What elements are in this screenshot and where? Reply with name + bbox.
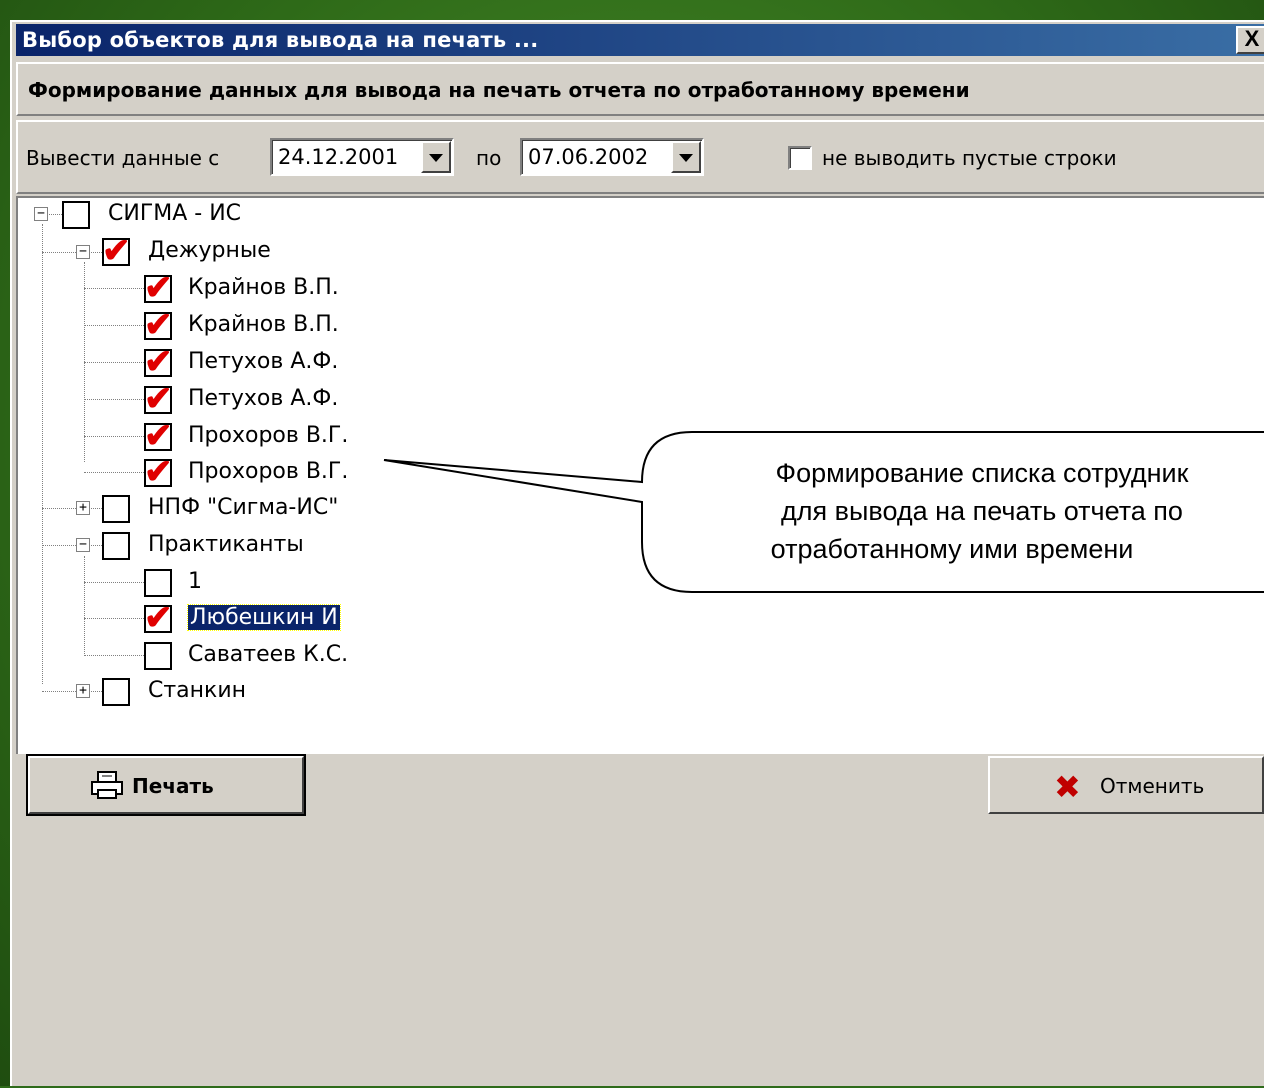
callout-line: для вывода на печать отчета по — [781, 496, 1183, 526]
callout-line: отработанному ими времени — [770, 534, 1134, 564]
print-button[interactable]: Печать — [26, 754, 306, 816]
footer-panel: Печать ✖ Отменить — [16, 754, 1264, 1088]
printer-icon — [91, 771, 123, 799]
close-x-icon: ✖ — [1054, 768, 1081, 806]
callout-line: Формирование списка сотрудник — [775, 458, 1189, 488]
cancel-button[interactable]: ✖ Отменить — [988, 756, 1264, 814]
cancel-button-label: Отменить — [1100, 774, 1205, 798]
print-button-label: Печать — [132, 774, 214, 798]
print-selection-dialog: Выбор объектов для вывода на печать ... … — [10, 20, 1264, 1086]
